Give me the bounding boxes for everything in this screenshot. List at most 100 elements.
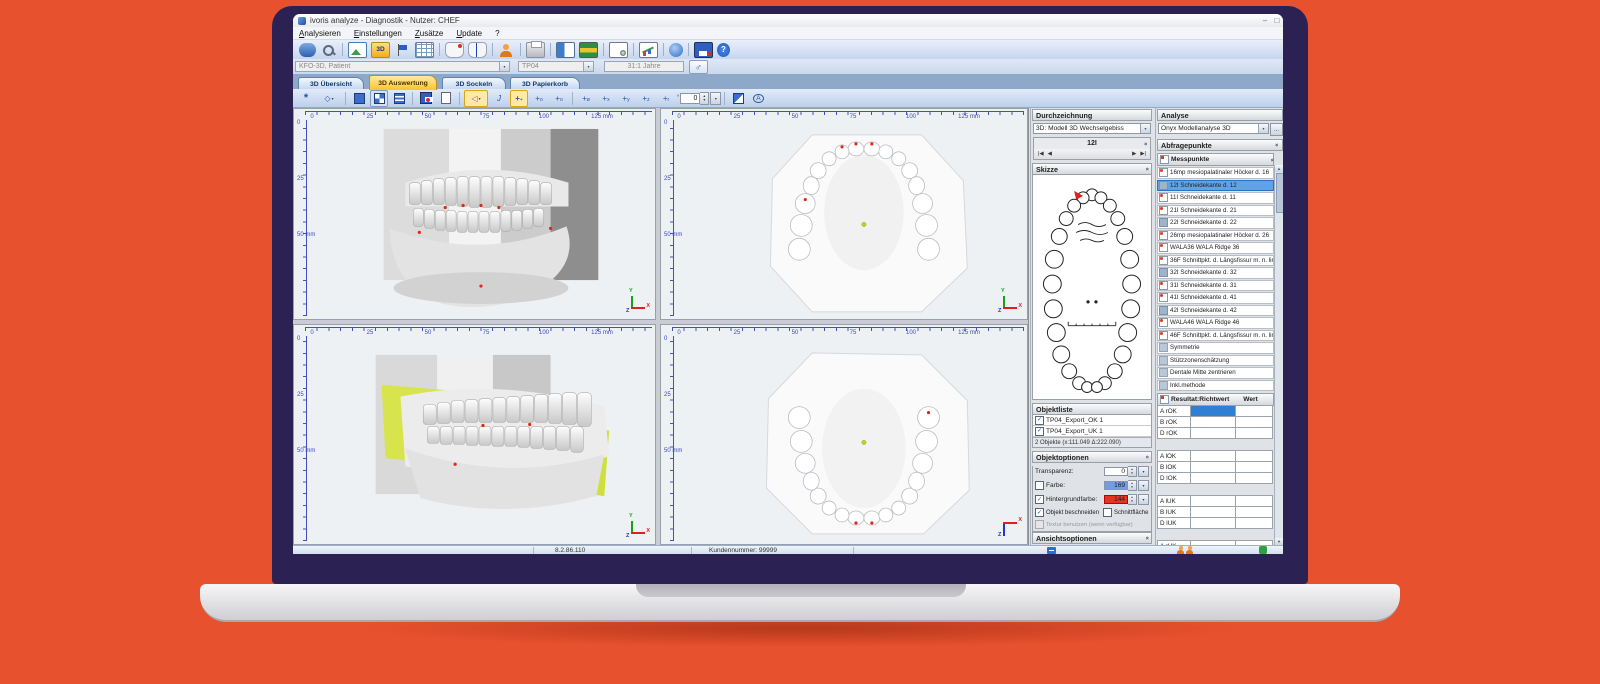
last-point-button[interactable]: ▶| bbox=[1140, 151, 1146, 157]
gender-male-button[interactable]: ♂ bbox=[689, 60, 708, 74]
add-point-zero-button[interactable]: +o bbox=[530, 90, 548, 107]
menu-analysieren[interactable]: Analysieren bbox=[299, 29, 341, 38]
scroll-down-icon[interactable]: ▼ bbox=[1275, 538, 1283, 545]
flag-icon[interactable] bbox=[394, 43, 411, 57]
add-point-button[interactable]: ++ bbox=[510, 90, 528, 107]
transparency-spinner[interactable]: ▲▼ bbox=[1128, 466, 1137, 477]
color-dropdown[interactable]: ▾ bbox=[1138, 480, 1149, 491]
export-view-button[interactable] bbox=[437, 90, 455, 107]
measure-point-item[interactable]: 32I Schneidekante d. 32 bbox=[1157, 267, 1274, 279]
status-blue-icon[interactable] bbox=[1047, 547, 1056, 554]
objektoptionen-header[interactable]: Objektoptionen « bbox=[1032, 451, 1152, 463]
image-import-icon[interactable] bbox=[348, 42, 367, 58]
ansichtsoptionen-header[interactable]: Ansichtsoptionen « bbox=[1032, 532, 1152, 544]
measure-point-item[interactable]: Inkl.methode bbox=[1157, 380, 1274, 392]
section-x-button[interactable]: +x bbox=[597, 90, 615, 107]
measure-point-item[interactable]: Stützzonenschätzung bbox=[1157, 355, 1274, 367]
durchzeichnung-header[interactable]: Durchzeichnung bbox=[1032, 109, 1152, 121]
abfragepunkte-header[interactable]: Abfragepunkte « bbox=[1157, 139, 1283, 151]
single-view-button[interactable] bbox=[350, 90, 368, 107]
measure-point-item[interactable]: 41I Schneidekante d. 41 bbox=[1157, 292, 1274, 304]
measure-point-item[interactable]: Dentale Mitte zentrieren bbox=[1157, 367, 1274, 379]
save-view-button[interactable] bbox=[417, 90, 435, 107]
minimize-button[interactable]: – bbox=[1259, 15, 1271, 26]
measure-point-item[interactable]: 11I Schneidekante d. 11 bbox=[1157, 192, 1274, 204]
collapse-icon[interactable]: « bbox=[1143, 142, 1149, 145]
checkbox-unchecked[interactable] bbox=[1035, 481, 1044, 490]
quad-view-button[interactable] bbox=[370, 90, 388, 107]
menu-zusaetze[interactable]: Zusätze bbox=[415, 29, 443, 38]
section-y-button[interactable]: +y bbox=[617, 90, 635, 107]
measure-point-item[interactable]: 46F Schnittpkt. d. Längsfissur m. n. lin… bbox=[1157, 330, 1274, 342]
chevron-down-icon[interactable]: ▾ bbox=[1258, 124, 1268, 133]
recycle-icon[interactable] bbox=[1259, 546, 1267, 554]
chevron-down-icon[interactable]: ▾ bbox=[583, 62, 593, 71]
tooth-measure-icon[interactable] bbox=[445, 42, 464, 58]
model-combo[interactable]: 3D: Modell 3D Wechselgebiss ▾ bbox=[1033, 123, 1151, 134]
chevron-down-icon[interactable]: ▾ bbox=[499, 62, 509, 71]
next-point-button[interactable]: ▶ bbox=[1132, 151, 1136, 157]
section-z-button[interactable]: +z bbox=[637, 90, 655, 107]
help-icon[interactable]: ? bbox=[717, 43, 730, 57]
checkbox-checked[interactable]: ✓ bbox=[1035, 495, 1044, 504]
record-combo[interactable]: TP04 ▾ bbox=[518, 61, 594, 72]
viewport-upper-occlusal[interactable]: 0255075100125 mm 02550 mm bbox=[660, 108, 1028, 320]
rotate-3d-button[interactable]: ◇▾ bbox=[317, 90, 341, 107]
messpunkte-header[interactable]: Messpunkte « bbox=[1157, 153, 1274, 166]
select-point-tool-button[interactable]: ◁▾ bbox=[464, 90, 488, 107]
measure-point-item[interactable]: 26mp mesiopalatinaler Höcker d. 26 bbox=[1157, 230, 1274, 242]
measure-point-item-selected[interactable]: 12I Schneidekante d. 12 bbox=[1157, 180, 1274, 192]
collapse-icon[interactable]: « bbox=[1143, 167, 1149, 170]
richtwert-cell[interactable] bbox=[1190, 427, 1236, 439]
measure-point-item[interactable]: 21I Schneidekante d. 21 bbox=[1157, 205, 1274, 217]
skizze-header[interactable]: Skizze « bbox=[1032, 163, 1152, 175]
object-list-item[interactable]: ✓ TP04_Export_UK 1 bbox=[1033, 426, 1151, 437]
analyse-more-button[interactable]: ... bbox=[1270, 123, 1283, 136]
archive-icon[interactable] bbox=[579, 42, 598, 58]
print-icon[interactable] bbox=[526, 42, 545, 58]
wert-cell[interactable] bbox=[1235, 472, 1273, 484]
section-free-button[interactable]: +r bbox=[657, 90, 675, 107]
collapse-icon[interactable]: « bbox=[1274, 143, 1280, 146]
measure-point-item[interactable]: WALA36 WALA Ridge 36 bbox=[1157, 242, 1274, 254]
user-icon[interactable] bbox=[1177, 546, 1184, 554]
scrollbar-vertical[interactable]: ▲ ▼ bbox=[1274, 165, 1283, 545]
spinner-down-icon[interactable]: ▼ bbox=[703, 98, 706, 102]
chevron-down-icon[interactable]: ▾ bbox=[1140, 124, 1150, 133]
checkbox-unchecked[interactable] bbox=[1103, 508, 1112, 517]
module-3d-icon[interactable]: 3D bbox=[371, 42, 390, 58]
transparency-dropdown[interactable]: ▾ bbox=[1138, 466, 1149, 477]
web-icon[interactable] bbox=[669, 43, 683, 57]
menu-help[interactable]: ? bbox=[495, 29, 499, 38]
restore-button[interactable]: □ bbox=[1271, 15, 1283, 26]
menu-update[interactable]: Update bbox=[456, 29, 482, 38]
scrollbar-thumb[interactable] bbox=[1276, 173, 1283, 213]
tab-3d-auswertung[interactable]: 3D Auswertung bbox=[369, 75, 437, 90]
checkbox-checked[interactable]: ✓ bbox=[1035, 416, 1044, 425]
rotation-angle-input[interactable]: 0 bbox=[680, 93, 700, 104]
chart-icon[interactable] bbox=[639, 42, 658, 58]
rotation-angle-dropdown[interactable]: ▾ bbox=[710, 92, 721, 105]
table-icon[interactable] bbox=[415, 42, 434, 58]
measure-point-item[interactable]: 31I Schneidekante d. 31 bbox=[1157, 280, 1274, 292]
measure-point-item[interactable]: WALA46 WALA Ridge 46 bbox=[1157, 317, 1274, 329]
background-color-spinner[interactable]: ▲▼ bbox=[1128, 494, 1137, 505]
measure-point-item[interactable]: 16mp mesiopalatinaler Höcker d. 16 bbox=[1157, 167, 1274, 179]
save-icon[interactable] bbox=[694, 42, 713, 58]
patient-icon[interactable] bbox=[498, 43, 515, 57]
transparency-input[interactable]: 0 bbox=[1104, 467, 1128, 476]
tooth-axis-icon[interactable] bbox=[468, 42, 487, 58]
patient-name-combo[interactable]: KFO-3D, Patient ▾ bbox=[295, 61, 510, 72]
viewport-lateral[interactable]: 0255075100125 mm 02550 mm bbox=[293, 324, 656, 545]
analyse-header[interactable]: Analyse bbox=[1157, 109, 1283, 121]
section-plane-button[interactable]: +ø bbox=[577, 90, 595, 107]
checkbox-checked[interactable]: ✓ bbox=[1035, 508, 1044, 517]
objektliste-header[interactable]: Objektliste bbox=[1032, 403, 1152, 415]
background-color-input[interactable]: 144 bbox=[1104, 495, 1128, 504]
patient-search-icon[interactable] bbox=[320, 43, 337, 57]
viewport-lower-occlusal[interactable]: 0255075100125 mm 02550 mm bbox=[660, 324, 1028, 545]
menu-einstellungen[interactable]: Einstellungen bbox=[354, 29, 402, 38]
report-icon[interactable] bbox=[609, 42, 628, 58]
object-list-item[interactable]: ✓ TP04_Export_OK 1 bbox=[1033, 415, 1151, 426]
scroll-up-icon[interactable]: ▲ bbox=[1275, 165, 1283, 172]
